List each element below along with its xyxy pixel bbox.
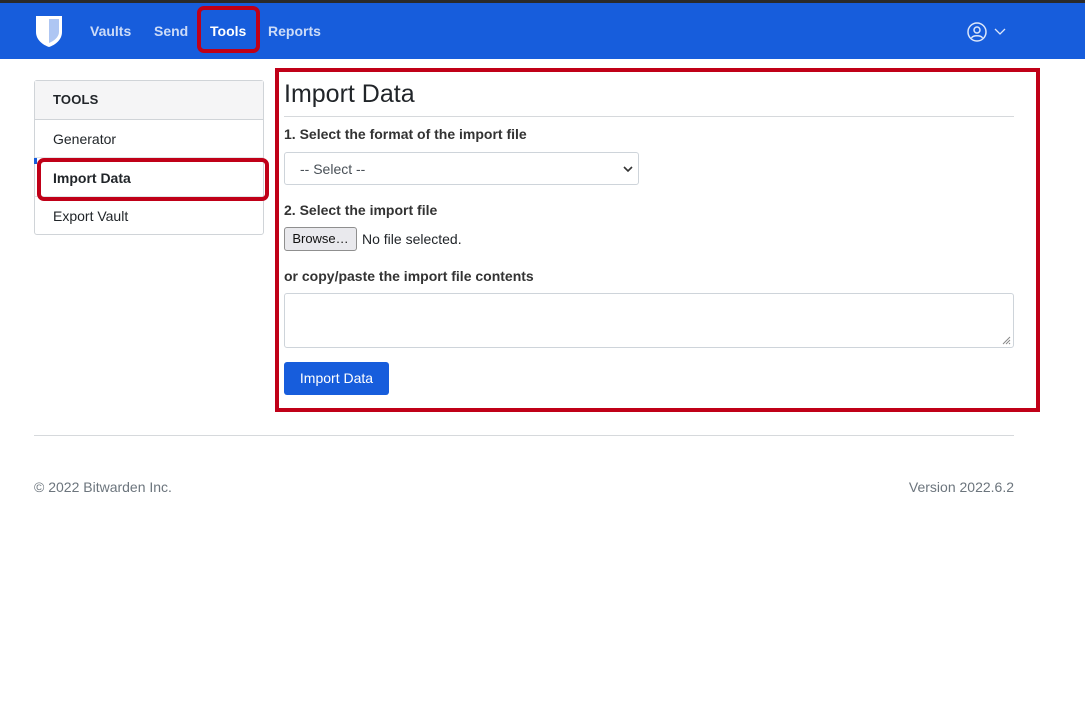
chevron-down-icon — [623, 166, 633, 173]
footer-version: Version 2022.6.2 — [908, 479, 1014, 495]
highlight-import-data-item — [37, 158, 269, 201]
nav-send[interactable]: Send — [154, 22, 188, 40]
paste-label: or copy/paste the import file contents — [284, 268, 534, 284]
page-title: Import Data — [284, 80, 415, 108]
nav-vaults[interactable]: Vaults — [90, 22, 131, 40]
chevron-down-icon — [994, 28, 1006, 35]
import-contents-textarea[interactable] — [284, 293, 1014, 348]
file-label: 2. Select the import file — [284, 202, 438, 218]
footer-divider — [34, 435, 1014, 436]
sidebar-header: TOOLS — [35, 81, 263, 120]
nav-reports[interactable]: Reports — [268, 22, 321, 40]
format-select-value: -- Select -- — [300, 161, 366, 177]
format-select[interactable]: -- Select -- — [284, 152, 639, 185]
browse-button[interactable]: Browse… — [284, 227, 357, 251]
sidebar-item-export-vault[interactable]: Export Vault — [35, 197, 263, 235]
sidebar-item-generator[interactable]: Generator — [35, 120, 263, 158]
format-label: 1. Select the format of the import file — [284, 126, 527, 142]
title-divider — [284, 116, 1014, 117]
user-circle-icon — [967, 22, 987, 42]
bitwarden-shield-icon[interactable] — [35, 15, 63, 48]
highlight-tools-nav — [197, 6, 260, 53]
import-data-button[interactable]: Import Data — [284, 362, 389, 395]
footer-copyright: © 2022 Bitwarden Inc. — [34, 479, 172, 495]
top-navbar: Vaults Send Tools Reports — [0, 3, 1085, 59]
account-menu-button[interactable] — [966, 20, 1010, 44]
no-file-text: No file selected. — [362, 231, 462, 247]
resize-handle-icon[interactable] — [1002, 336, 1011, 345]
